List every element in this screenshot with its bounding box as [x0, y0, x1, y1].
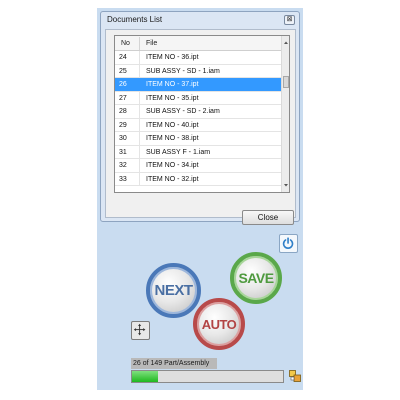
documents-list[interactable]: No File 24 ITEM NO - 36.ipt 25 SUB ASSY - S… — [114, 35, 290, 193]
close-button[interactable]: Close — [242, 210, 294, 225]
list-item[interactable]: 33 ITEM NO - 32.ipt — [115, 172, 282, 186]
auto-button[interactable]: AUTO — [193, 298, 245, 350]
list-item[interactable]: 29 ITEM NO - 40.ipt — [115, 118, 282, 132]
scroll-up-arrow-icon[interactable] — [282, 38, 290, 48]
power-icon — [282, 237, 294, 249]
list-item-no: 31 — [119, 148, 127, 156]
list-item-file: ITEM NO - 36.ipt — [146, 54, 199, 61]
list-item-no: 24 — [119, 54, 127, 61]
list-item[interactable]: 32 ITEM NO - 34.ipt — [115, 159, 282, 173]
list-item[interactable]: 26 ITEM NO - 37.ipt — [115, 78, 282, 92]
list-scrollbar[interactable] — [281, 36, 289, 192]
list-item[interactable]: 25 SUB ASSY - SD - 1.iam — [115, 64, 282, 78]
row-separator — [139, 91, 140, 104]
list-item-no: 29 — [119, 121, 127, 129]
scroll-down-arrow-icon[interactable] — [282, 180, 290, 190]
list-item[interactable]: 24 ITEM NO - 36.ipt — [115, 51, 282, 65]
list-item-file: SUB ASSY - SD - 1.iam — [146, 67, 220, 75]
list-item-file: ITEM NO - 32.ipt — [146, 175, 199, 183]
dialog-close-icon[interactable]: ⊠ — [284, 15, 295, 25]
column-header-no[interactable]: No — [121, 40, 130, 47]
move-icon — [133, 323, 146, 336]
list-header: No File — [115, 36, 282, 51]
list-item-file: ITEM NO - 35.ipt — [146, 94, 199, 102]
list-item-no: 33 — [119, 175, 127, 183]
list-item[interactable]: 28 SUB ASSY - SD - 2.iam — [115, 105, 282, 119]
status-text: 26 of 149 Part/Assembly — [131, 358, 217, 369]
dialog-title: Documents List — [107, 15, 163, 24]
save-button[interactable]: SAVE — [230, 252, 282, 304]
list-item-no: 25 — [119, 67, 127, 75]
dialog-body: No File 24 ITEM NO - 36.ipt 25 SUB ASSY - S… — [105, 29, 296, 225]
list-item-no: 30 — [119, 135, 127, 142]
row-separator — [139, 64, 140, 77]
row-separator — [139, 118, 140, 131]
list-item-file: ITEM NO - 38.ipt — [146, 135, 199, 142]
power-button[interactable] — [279, 234, 298, 253]
list-item-no: 26 — [119, 81, 127, 88]
move-button[interactable] — [131, 321, 150, 340]
tile-icon[interactable] — [289, 370, 301, 382]
list-item-file: ITEM NO - 40.ipt — [146, 121, 199, 129]
row-separator — [139, 145, 140, 158]
column-header-file[interactable]: File — [146, 40, 157, 47]
row-separator — [139, 51, 140, 64]
list-item-file: SUB ASSY F - 1.iam — [146, 148, 211, 156]
row-separator — [139, 159, 140, 172]
row-separator — [139, 132, 140, 145]
row-separator — [139, 105, 140, 118]
list-rows: 24 ITEM NO - 36.ipt 25 SUB ASSY - SD - 1.ia… — [115, 51, 282, 186]
list-item-file: ITEM NO - 34.ipt — [146, 162, 199, 169]
progress-bar — [131, 370, 284, 383]
next-button[interactable]: NEXT — [146, 263, 201, 318]
list-item[interactable]: 27 ITEM NO - 35.ipt — [115, 91, 282, 105]
list-item[interactable]: 30 ITEM NO - 38.ipt — [115, 132, 282, 146]
documents-list-dialog: Documents List ⊠ No File 24 ITEM NO - 36.… — [100, 11, 300, 225]
scrollbar-thumb[interactable] — [283, 76, 289, 88]
list-item-file: ITEM NO - 37.ipt — [146, 81, 199, 88]
list-item-no: 32 — [119, 162, 127, 169]
row-separator — [139, 172, 140, 185]
list-item[interactable]: 31 SUB ASSY F - 1.iam — [115, 145, 282, 159]
list-item-no: 27 — [119, 94, 127, 102]
column-separator[interactable] — [139, 37, 140, 50]
list-item-file: SUB ASSY - SD - 2.iam — [146, 108, 220, 115]
list-item-no: 28 — [119, 108, 127, 115]
row-separator — [139, 78, 140, 91]
progress-fill — [132, 371, 159, 382]
